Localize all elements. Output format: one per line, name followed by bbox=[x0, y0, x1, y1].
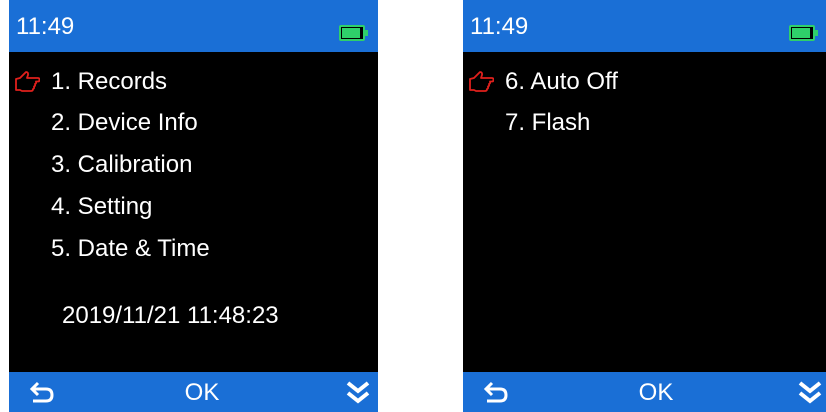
menu-item-setting[interactable]: 4. Setting bbox=[9, 185, 378, 225]
pointing-hand-icon bbox=[15, 71, 40, 92]
menu-item-label: 2. Device Info bbox=[51, 109, 198, 136]
pointing-hand-icon bbox=[469, 71, 494, 92]
back-arrow-icon[interactable] bbox=[483, 380, 509, 404]
menu-item-label: 6. Auto Off bbox=[505, 68, 618, 95]
status-bar: 11:49 bbox=[9, 0, 378, 52]
clock-time: 11:49 bbox=[16, 13, 75, 40]
menu-item-device-info[interactable]: 2. Device Info bbox=[9, 101, 378, 141]
menu-item-label: 5. Date & Time bbox=[51, 235, 210, 262]
menu-item-label: 7. Flash bbox=[505, 109, 591, 136]
menu-item-date-time[interactable]: 5. Date & Time bbox=[9, 227, 378, 267]
bottom-bar: OK bbox=[463, 372, 826, 412]
double-chevron-down-icon[interactable] bbox=[797, 380, 823, 406]
menu-item-label: 1. Records bbox=[51, 68, 168, 95]
bottom-bar: OK bbox=[9, 372, 378, 412]
menu-item-calibration[interactable]: 3. Calibration bbox=[9, 143, 378, 183]
double-chevron-down-icon[interactable] bbox=[345, 380, 371, 406]
back-arrow-icon[interactable] bbox=[29, 380, 55, 404]
ok-button[interactable]: OK bbox=[616, 379, 696, 407]
battery-full-icon bbox=[339, 25, 368, 41]
menu-item-flash[interactable]: 7. Flash bbox=[463, 101, 826, 141]
device-screen-page-2: 11:49 6. Auto Off 7. Flash OK bbox=[463, 0, 826, 412]
clock-time: 11:49 bbox=[470, 13, 529, 40]
battery-full-icon bbox=[789, 25, 818, 41]
menu-item-label: 3. Calibration bbox=[51, 151, 193, 178]
ok-button[interactable]: OK bbox=[162, 379, 242, 407]
current-datetime: 2019/11/21 11:48:23 bbox=[62, 302, 279, 329]
status-bar: 11:49 bbox=[463, 0, 826, 52]
device-screen-page-1: 11:49 1. Records 2. Device Info 3. Calib… bbox=[9, 0, 378, 412]
menu-item-label: 4. Setting bbox=[51, 193, 153, 220]
menu-item-records[interactable]: 1. Records bbox=[9, 60, 378, 100]
menu-item-auto-off[interactable]: 6. Auto Off bbox=[463, 60, 826, 100]
